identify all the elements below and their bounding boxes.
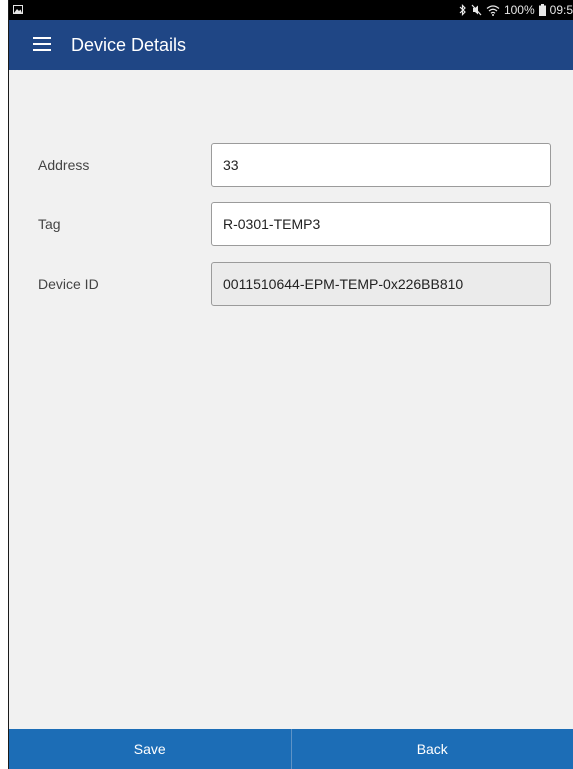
status-icons: 100% 09:5: [459, 3, 573, 17]
image-icon: [13, 5, 23, 14]
tag-row: Tag R-0301-TEMP3: [9, 202, 573, 246]
status-bar: 100% 09:5: [9, 0, 573, 20]
clock: 09:5: [549, 3, 573, 17]
battery-percent: 100%: [503, 3, 535, 17]
window-edge: [0, 0, 9, 769]
bottom-action-bar: Save Back: [9, 729, 573, 769]
device-id-label: Device ID: [38, 276, 99, 292]
bluetooth-icon: [459, 4, 466, 16]
app-bar: Device Details: [9, 20, 573, 70]
address-row: Address 33: [9, 143, 573, 187]
tag-field[interactable]: R-0301-TEMP3: [211, 202, 551, 246]
address-field[interactable]: 33: [211, 143, 551, 187]
hamburger-menu-icon[interactable]: [33, 37, 51, 51]
tag-label: Tag: [38, 216, 61, 232]
battery-icon: [538, 4, 546, 16]
page-title: Device Details: [71, 35, 187, 55]
save-button[interactable]: Save: [9, 729, 291, 769]
wifi-icon: [486, 5, 500, 16]
address-label: Address: [38, 157, 90, 173]
mute-icon: [471, 4, 482, 16]
device-screen: 100% 09:5 Device Details Address 33 Tag …: [9, 0, 573, 769]
back-button[interactable]: Back: [292, 729, 573, 769]
device-id-field: 0011510644-EPM-TEMP-0x226BB810: [211, 262, 551, 306]
device-id-row: Device ID 0011510644-EPM-TEMP-0x226BB810: [9, 262, 573, 306]
